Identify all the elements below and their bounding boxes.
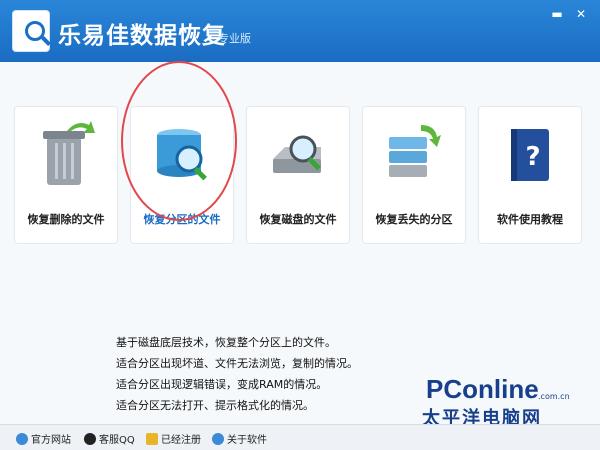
description-line: 基于磁盘底层技术，恢复整个分区上的文件。 xyxy=(116,336,336,349)
minimize-icon: ▬ xyxy=(551,7,563,21)
website-link[interactable]: 官方网站 xyxy=(16,431,71,446)
qq-penguin-icon xyxy=(84,433,96,445)
minimize-button[interactable]: ▬ xyxy=(548,7,566,21)
app-logo-icon xyxy=(12,10,51,52)
trash-restore-icon xyxy=(43,121,95,185)
watermark-brand: PConline xyxy=(426,374,539,404)
description-line: 适合分区无法打开、提示格式化的情况。 xyxy=(116,399,314,412)
tile-label: 恢复删除的文件 xyxy=(27,213,105,226)
tile-recover-deleted-files[interactable]: 恢复删除的文件 xyxy=(14,106,118,244)
partition-search-icon xyxy=(157,129,207,181)
status-bar: 官方网站 客服QQ 已经注册 关于软件 xyxy=(0,424,600,450)
tile-label: 恢复磁盘的文件 xyxy=(259,213,337,226)
qq-label: 客服QQ xyxy=(99,435,135,446)
info-icon xyxy=(212,433,224,445)
about-link[interactable]: 关于软件 xyxy=(212,431,267,446)
tile-label: 软件使用教程 xyxy=(497,213,563,226)
app-edition: 专业版 xyxy=(218,32,251,45)
app-title: 乐易佳数据恢复 xyxy=(58,23,226,49)
svg-text:?: ? xyxy=(525,142,540,172)
globe-icon xyxy=(16,433,28,445)
tile-tutorial[interactable]: ? 软件使用教程 xyxy=(478,106,582,244)
tile-recover-lost-partition[interactable]: 恢复丢失的分区 xyxy=(362,106,466,244)
registered-link[interactable]: 已经注册 xyxy=(146,431,201,446)
help-book-icon: ? xyxy=(511,129,549,181)
tile-recover-partition-files[interactable]: 恢复分区的文件 xyxy=(130,106,234,244)
tile-label: 恢复丢失的分区 xyxy=(375,213,453,226)
description-line: 适合分区出现逻辑错误，变成RAM的情况。 xyxy=(116,378,328,391)
server-recover-icon xyxy=(389,125,441,177)
watermark: PConline .com.cn 太平洋电脑网 xyxy=(400,370,600,429)
disk-search-icon xyxy=(273,135,321,173)
tile-label: 恢复分区的文件 xyxy=(143,213,221,226)
key-icon xyxy=(146,433,158,445)
watermark-domain: .com.cn xyxy=(538,392,570,401)
close-button[interactable]: ✕ xyxy=(572,7,590,21)
qq-link[interactable]: 客服QQ xyxy=(84,431,135,446)
title-bar: 乐易佳数据恢复 专业版 ▬ ✕ xyxy=(0,0,600,62)
tile-recover-disk-files[interactable]: 恢复磁盘的文件 xyxy=(246,106,350,244)
about-label: 关于软件 xyxy=(227,435,267,446)
description-line: 适合分区出现坏道、文件无法浏览，复制的情况。 xyxy=(116,357,358,370)
close-icon: ✕ xyxy=(575,7,587,21)
website-label: 官方网站 xyxy=(31,435,71,446)
description: 基于磁盘底层技术，恢复整个分区上的文件。 适合分区出现坏道、文件无法浏览，复制的… xyxy=(116,332,358,416)
registered-label: 已经注册 xyxy=(161,435,201,446)
